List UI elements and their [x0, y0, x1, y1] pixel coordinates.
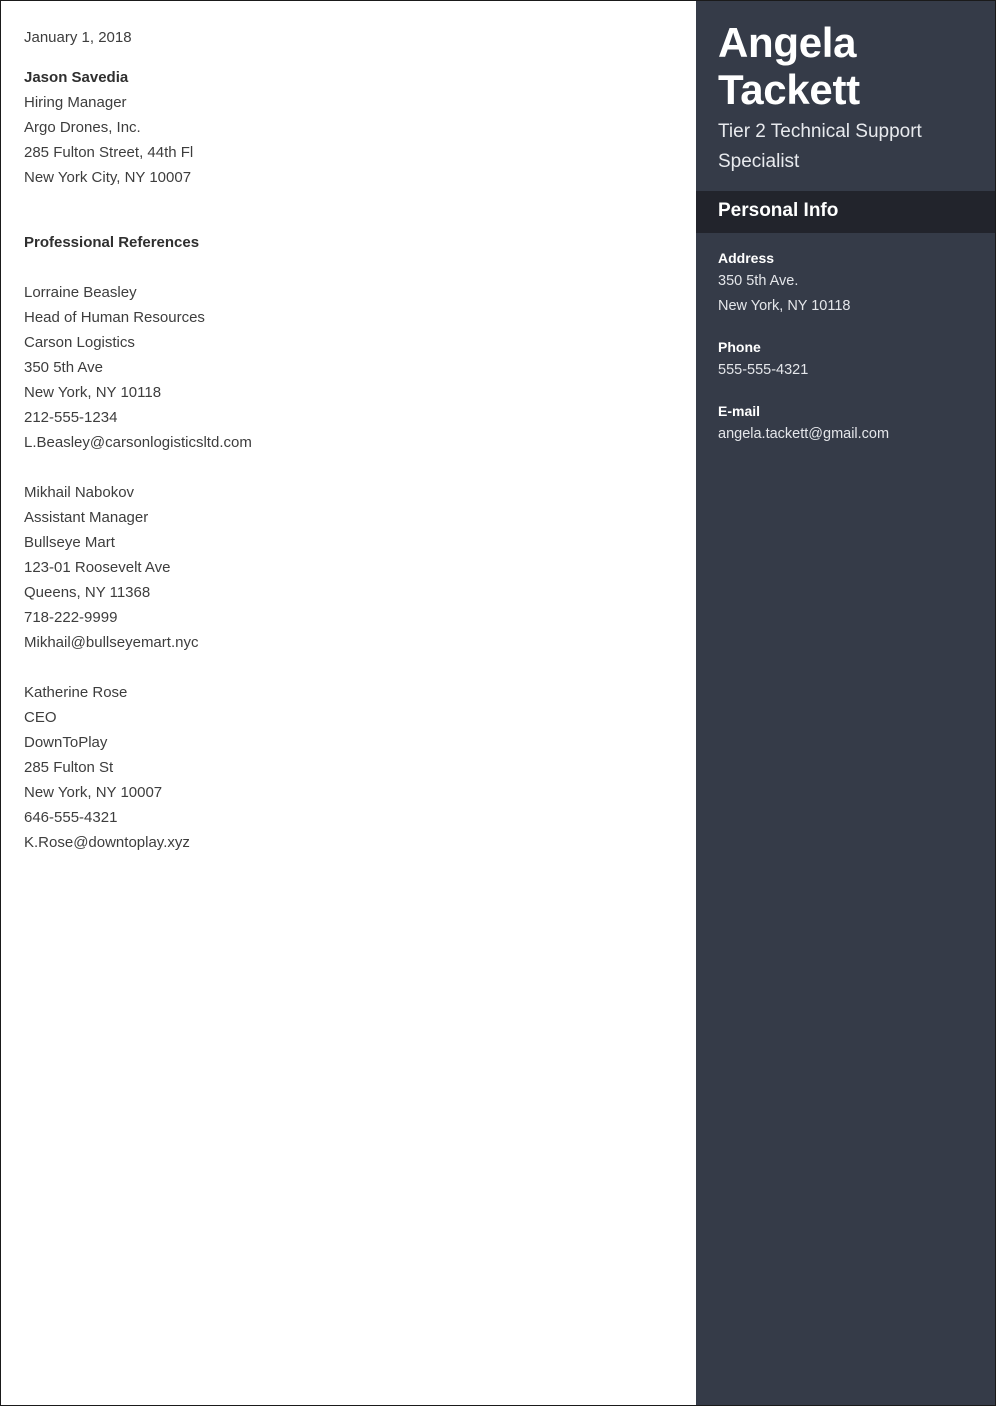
- info-label-phone: Phone: [718, 339, 761, 355]
- info-group-email: E-mail angela.tackett@gmail.com: [718, 400, 975, 447]
- candidate-name: Angela Tackett: [718, 19, 975, 113]
- reference-name: Lorraine Beasley: [24, 284, 137, 301]
- info-value-address-line2: New York, NY 10118: [718, 298, 851, 314]
- reference-entry-1: Lorraine Beasley Head of Human Resources…: [24, 280, 666, 455]
- recipient-company: Argo Drones, Inc.: [24, 119, 141, 136]
- info-group-phone: Phone 555-555-4321: [718, 336, 975, 383]
- candidate-job-title: Tier 2 Technical Support Specialist: [718, 121, 922, 172]
- reference-entry-2: Mikhail Nabokov Assistant Manager Bullse…: [24, 480, 666, 655]
- main-content-column: January 1, 2018 Jason Savedia Hiring Man…: [1, 1, 696, 1405]
- reference-email: Mikhail@bullseyemart.nyc: [24, 634, 199, 651]
- reference-name: Katherine Rose: [24, 684, 128, 701]
- reference-phone: 718-222-9999: [24, 609, 118, 626]
- sidebar-header: Angela Tackett Tier 2 Technical Support …: [696, 1, 995, 191]
- reference-city-state-zip: New York, NY 10118: [24, 384, 162, 401]
- candidate-name-line1: Angela: [718, 19, 857, 66]
- info-value-phone: 555-555-4321: [718, 362, 809, 378]
- professional-references-heading: Professional References: [24, 234, 200, 251]
- recipient-street: 285 Fulton Street, 44th Fl: [24, 144, 194, 161]
- reference-company: DownToPlay: [24, 734, 108, 751]
- recipient-city-state-zip: New York City, NY 10007: [24, 169, 192, 186]
- personal-info-heading: Personal Info: [718, 200, 839, 221]
- personal-info-band: Personal Info: [696, 191, 995, 233]
- reference-company: Carson Logistics: [24, 334, 135, 351]
- reference-street: 350 5th Ave: [24, 359, 103, 376]
- reference-email: K.Rose@downtoplay.xyz: [24, 834, 190, 851]
- reference-company: Bullseye Mart: [24, 534, 115, 551]
- candidate-name-line2: Tackett: [718, 66, 860, 113]
- recipient-name: Jason Savedia: [24, 69, 129, 86]
- info-value-address-line1: 350 5th Ave.: [718, 273, 799, 289]
- sidebar: Angela Tackett Tier 2 Technical Support …: [696, 1, 995, 1405]
- reference-city-state-zip: Queens, NY 11368: [24, 584, 151, 601]
- reference-entry-3: Katherine Rose CEO DownToPlay 285 Fulton…: [24, 680, 666, 855]
- resume-reference-page: January 1, 2018 Jason Savedia Hiring Man…: [0, 0, 996, 1406]
- info-group-address: Address 350 5th Ave. New York, NY 10118: [718, 247, 975, 319]
- letter-date: January 1, 2018: [24, 29, 132, 46]
- recipient-block: Jason Savedia Hiring Manager Argo Drones…: [24, 65, 666, 190]
- info-label-email: E-mail: [718, 403, 761, 419]
- reference-job-title: Assistant Manager: [24, 509, 149, 526]
- reference-street: 285 Fulton St: [24, 759, 114, 776]
- personal-info-list: Address 350 5th Ave. New York, NY 10118 …: [696, 233, 995, 1405]
- reference-job-title: CEO: [24, 709, 57, 726]
- reference-city-state-zip: New York, NY 10007: [24, 784, 163, 801]
- reference-name: Mikhail Nabokov: [24, 484, 135, 501]
- info-value-email: angela.tackett@gmail.com: [718, 426, 890, 442]
- reference-phone: 646-555-4321: [24, 809, 118, 826]
- reference-street: 123-01 Roosevelt Ave: [24, 559, 171, 576]
- reference-email: L.Beasley@carsonlogisticsltd.com: [24, 434, 252, 451]
- reference-phone: 212-555-1234: [24, 409, 118, 426]
- reference-job-title: Head of Human Resources: [24, 309, 205, 326]
- info-label-address: Address: [718, 250, 775, 266]
- recipient-job-title: Hiring Manager: [24, 94, 127, 111]
